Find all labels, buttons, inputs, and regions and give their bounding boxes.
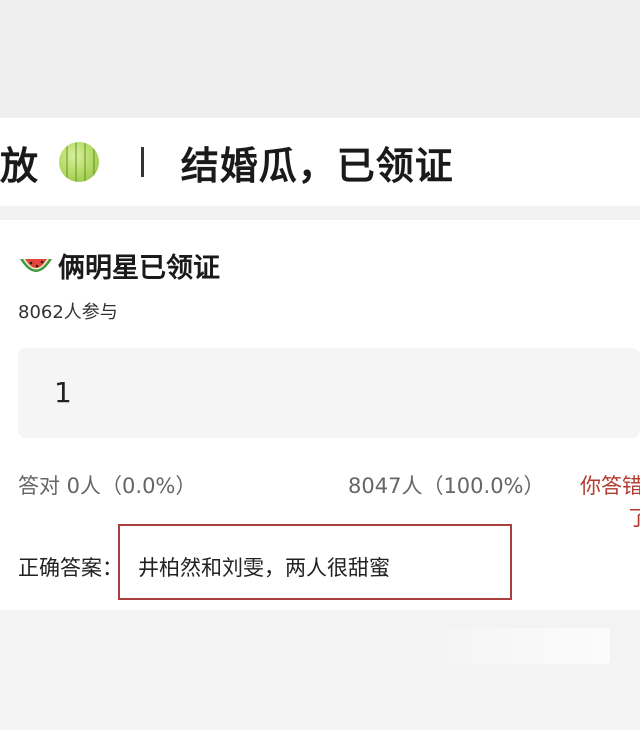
participant-count: 8062人参与 <box>18 302 118 323</box>
correct-answer-text: 井柏然和刘雯，两人很甜蜜 <box>138 556 390 580</box>
wrong-count: 8047人（100.0%） <box>348 474 545 498</box>
melon-icon <box>59 142 100 182</box>
quiz-card: 俩明星已领证 8062人参与 1 答对 0人（0.0%） 8047人（100.0… <box>0 220 640 610</box>
title-separator <box>141 147 145 177</box>
correct-count: 答对 0人（0.0%） <box>18 474 197 498</box>
section-divider <box>0 206 640 220</box>
answer-option-label: 1 <box>54 376 72 409</box>
title-right-text: 结婚瓜，已领证 <box>180 143 454 188</box>
faded-watermark-area <box>410 628 610 664</box>
question-title-text: 俩明星已领证 <box>58 253 220 284</box>
watermelon-slice-icon <box>18 255 54 277</box>
title-left-text: 放 <box>0 143 40 188</box>
your-answer-status-cont: 了 <box>628 506 640 530</box>
your-answer-status: 你答错 <box>580 474 640 498</box>
answer-option[interactable]: 1 <box>18 348 640 438</box>
header-bar: 放 结婚瓜，已领证 <box>0 118 640 206</box>
question-title: 俩明星已领证 <box>18 246 220 285</box>
page-title: 放 结婚瓜，已领证 <box>0 135 454 190</box>
top-background <box>0 0 640 118</box>
correct-answer-label: 正确答案： <box>18 556 123 580</box>
